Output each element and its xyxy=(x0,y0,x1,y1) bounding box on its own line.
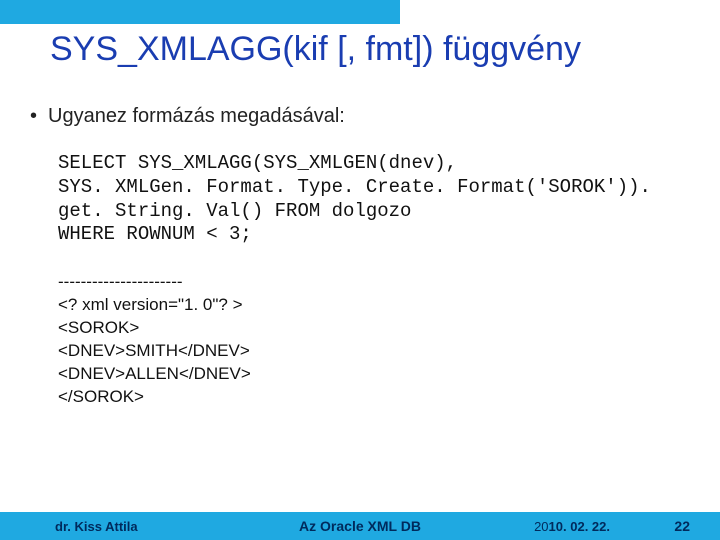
output-line-2: <SOROK> xyxy=(58,317,680,340)
output-line-5: </SOROK> xyxy=(58,386,680,409)
output-line-1: <? xml version="1. 0"? > xyxy=(58,294,680,317)
output-block: ---------------------- <? xml version="1… xyxy=(58,271,680,409)
output-rule: ---------------------- xyxy=(58,271,680,294)
output-line-3: <DNEV>SMITH</DNEV> xyxy=(58,340,680,363)
top-accent-bar xyxy=(0,0,400,24)
bullet-line: •Ugyanez formázás megadásával: xyxy=(30,105,680,128)
footer-title: Az Oracle XML DB xyxy=(0,518,720,534)
footer-date: 2010. 02. 22. xyxy=(534,519,610,534)
bullet-dot: • xyxy=(30,105,48,128)
footer-page-number: 22 xyxy=(674,518,690,534)
output-line-4: <DNEV>ALLEN</DNEV> xyxy=(58,363,680,386)
footer-bar: dr. Kiss Attila Az Oracle XML DB 2010. 0… xyxy=(0,512,720,540)
footer-date-bold: 10. 02. 22. xyxy=(549,519,610,534)
slide-title: SYS_XMLAGG(kif [, fmt]) függvény xyxy=(50,30,680,69)
bullet-text: Ugyanez formázás megadásával: xyxy=(48,105,345,127)
slide-body: •Ugyanez formázás megadásával: SELECT SY… xyxy=(30,105,680,409)
footer-date-prefix: 20 xyxy=(534,519,548,534)
slide: SYS_XMLAGG(kif [, fmt]) függvény •Ugyane… xyxy=(0,0,720,540)
code-block: SELECT SYS_XMLAGG(SYS_XMLGEN(dnev), SYS.… xyxy=(58,152,680,247)
